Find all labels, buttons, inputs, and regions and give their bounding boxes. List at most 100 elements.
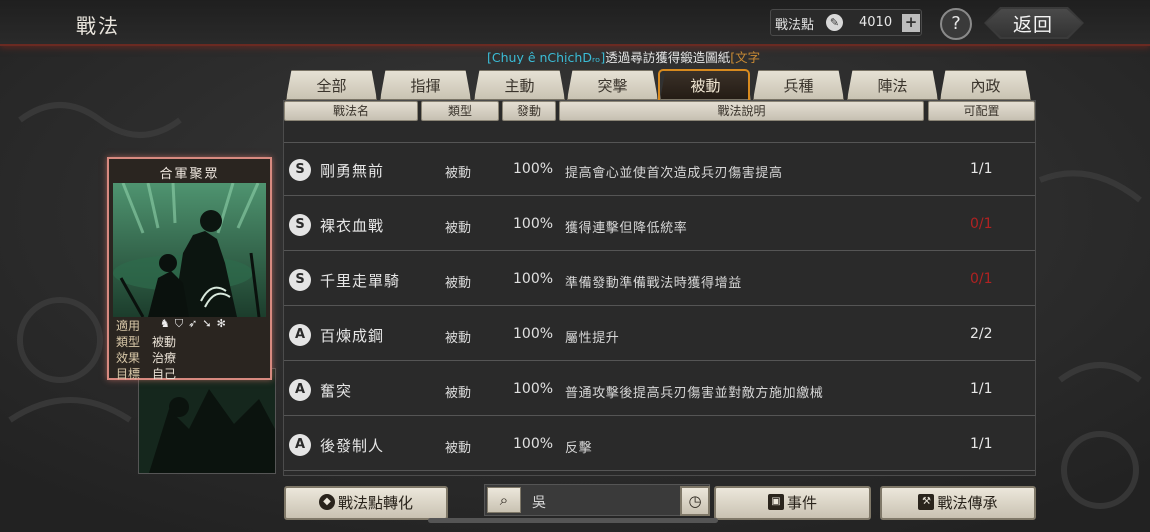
skill-points-value: 4010 (859, 15, 893, 30)
skill-points-display: 戰法點 ✎ 4010 + (770, 9, 922, 36)
column-header-name[interactable]: 戰法名 (284, 101, 418, 121)
column-header-rate[interactable]: 發動 (502, 101, 556, 121)
table-row[interactable]: A 奮突 被動 100% 普通攻擊後提高兵刃傷害並對敵方施加繳械 1/1 (284, 364, 1035, 416)
card-type-label: 類型 (116, 335, 141, 349)
add-points-button[interactable]: + (902, 14, 920, 32)
skill-rate: 100% (513, 271, 554, 287)
skill-name: 百煉成鋼 (320, 327, 385, 345)
skill-rate: 100% (513, 216, 554, 232)
convert-icon: ◆ (318, 494, 335, 510)
card-apply-row: 適用 ♞ ⛉ ➶ ➘ ✻ (116, 317, 226, 333)
tab-active[interactable]: 主動 (474, 70, 565, 100)
skill-desc: 準備發動準備戰法時獲得增益 (565, 276, 742, 291)
skill-type: 被動 (445, 221, 472, 236)
announcement-text: 透過尋訪獲得鍛造圖紙 (605, 50, 731, 64)
convert-points-button[interactable]: ◆ 戰法點轉化 (284, 486, 448, 520)
skill-rate: 100% (513, 381, 554, 397)
rank-badge: S (289, 214, 311, 236)
skill-desc: 普通攻擊後提高兵刃傷害並對敵方施加繳械 (565, 386, 824, 401)
skill-inherit-label: 戰法傳承 (937, 494, 998, 512)
skill-name: 剛勇無前 (320, 162, 385, 180)
selected-skill-card[interactable]: 合軍聚眾 適用 ♞ ⛉ ➶ ➘ ✻ 類型 被動 效果 治療 目標 自己 (107, 157, 272, 381)
skill-config: 1/1 (970, 381, 993, 397)
skill-type: 被動 (445, 166, 472, 181)
table-row[interactable]: S 裸衣血戰 被動 100% 獲得連擊但降低統率 0/1 (284, 199, 1035, 251)
coin-icon: ✎ (826, 14, 843, 31)
events-label: 事件 (786, 494, 817, 512)
card-effect-value: 治療 (152, 351, 177, 365)
shield-icon: ⛉ (174, 317, 184, 330)
skill-rate: 100% (513, 326, 554, 342)
events-button[interactable]: ▣ 事件 (714, 486, 871, 520)
column-header-type[interactable]: 類型 (421, 101, 499, 121)
tab-assault[interactable]: 突擊 (567, 70, 658, 100)
convert-points-label: 戰法點轉化 (337, 494, 413, 512)
search-icon[interactable]: ⌕ (487, 487, 521, 513)
secondary-skill-card[interactable] (138, 368, 276, 474)
skill-type: 被動 (445, 441, 472, 456)
card-type-row: 類型 被動 (116, 333, 176, 349)
skill-inherit-button[interactable]: ⚒ 戰法傳承 (880, 486, 1036, 520)
skill-desc: 獲得連擊但降低統率 (565, 221, 688, 236)
hammer-icon: ⚒ (918, 494, 935, 510)
bow-icon: ➶ (188, 317, 198, 330)
rank-badge: A (289, 324, 311, 346)
active-tab-highlight (658, 69, 750, 102)
skill-table: S 剛勇無前 被動 100% 提高會心並使首次造成兵刃傷害提高 1/1 S 裸衣… (284, 123, 1035, 475)
card-target-label: 目標 (116, 367, 141, 381)
table-row[interactable]: A 百煉成鋼 被動 100% 屬性提升 2/2 (284, 309, 1035, 361)
rank-badge: S (289, 269, 311, 291)
table-row[interactable]: A 後發制人 被動 100% 反擊 1/1 (284, 419, 1035, 471)
card-type-value: 被動 (152, 335, 177, 349)
skill-config: 0/1 (970, 216, 993, 232)
skill-rate: 100% (513, 436, 554, 452)
skill-desc: 提高會心並使首次造成兵刃傷害提高 (565, 166, 783, 181)
skill-type: 被動 (445, 386, 472, 401)
card-title: 合軍聚眾 (159, 167, 220, 182)
skill-config: 2/2 (970, 326, 993, 342)
skill-desc: 反擊 (565, 441, 593, 456)
skill-config: 1/1 (970, 161, 993, 177)
announcement-ticker: [Chuy ê nChịchDᵣₒ]透過尋訪獲得鍛造圖紙[文字 (487, 47, 827, 64)
tab-internal[interactable]: 內政 (940, 70, 1031, 100)
card-target-value: 自己 (152, 367, 177, 381)
skill-rate: 100% (513, 161, 554, 177)
column-header-config[interactable]: 可配置 (928, 101, 1035, 121)
table-row[interactable]: S 剛勇無前 被動 100% 提高會心並使首次造成兵刃傷害提高 1/1 (284, 144, 1035, 196)
announcement-suffix: [文字 (730, 50, 761, 64)
rank-badge: A (289, 434, 311, 456)
skill-config: 0/1 (970, 271, 993, 287)
back-button-label[interactable]: 返回 (1013, 10, 1053, 37)
table-row[interactable]: S 千里走單騎 被動 100% 準備發動準備戰法時獲得增益 0/1 (284, 254, 1035, 306)
help-button[interactable]: ? (940, 8, 972, 40)
spear-icon: ➘ (202, 317, 212, 330)
skill-name: 千里走單騎 (320, 272, 401, 290)
tab-troop[interactable]: 兵種 (753, 70, 844, 100)
rank-badge: S (289, 159, 311, 181)
event-icon: ▣ (767, 494, 784, 510)
clock-icon[interactable]: ◷ (680, 486, 710, 516)
card-effect-label: 效果 (116, 351, 141, 365)
skill-type: 被動 (445, 331, 472, 346)
column-header-desc: 戰法說明 (559, 101, 924, 121)
skill-config: 1/1 (970, 436, 993, 452)
card-illustration (113, 183, 266, 317)
skill-name: 後發制人 (320, 437, 385, 455)
tab-command[interactable]: 指揮 (380, 70, 471, 100)
wheel-icon: ✻ (216, 317, 226, 330)
rank-badge: A (289, 379, 311, 401)
card-target-row: 目標 自己 (116, 365, 176, 381)
tab-formation[interactable]: 陣法 (847, 70, 938, 100)
card-back-art (139, 369, 275, 473)
skill-name: 裸衣血戰 (320, 217, 385, 235)
tab-all[interactable]: 全部 (286, 70, 377, 100)
announcement-player: [Chuy ê nChịchDᵣₒ] (487, 50, 606, 64)
card-apply-label: 適用 (116, 319, 141, 333)
search-box[interactable]: ⌕ 吳 (484, 484, 710, 516)
page-title: 戰法 (76, 14, 120, 38)
skill-points-label: 戰法點 (775, 18, 815, 33)
search-input[interactable]: 吳 (532, 492, 546, 512)
horizontal-scrollbar[interactable] (428, 518, 718, 523)
cavalry-icon: ♞ (160, 317, 170, 330)
skill-name: 奮突 (320, 382, 353, 400)
